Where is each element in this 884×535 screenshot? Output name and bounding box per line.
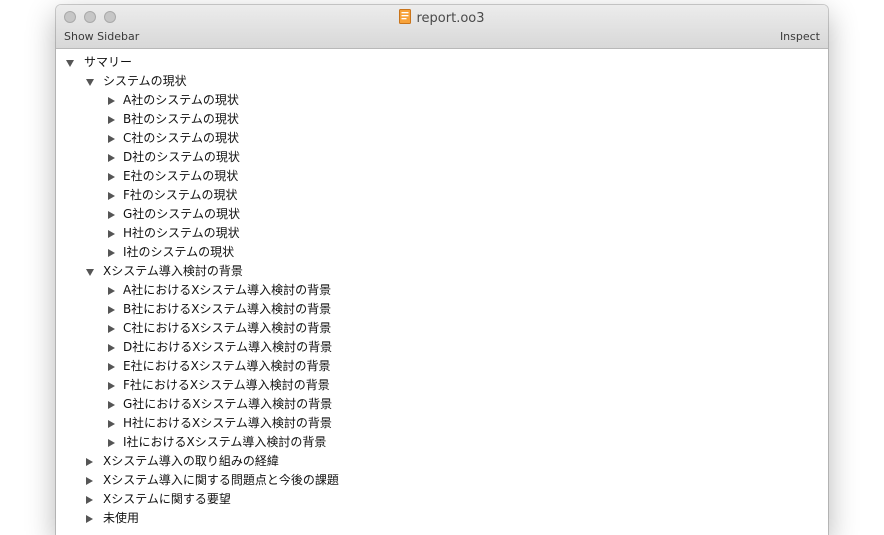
inspect-button[interactable]: Inspect bbox=[780, 30, 820, 43]
outline-row-label: C社におけるXシステム導入検討の背景 bbox=[123, 321, 332, 335]
show-sidebar-button[interactable]: Show Sidebar bbox=[64, 30, 139, 43]
disclosure-triangle-collapsed-icon[interactable] bbox=[108, 363, 115, 371]
outline-row-summary[interactable]: サマリー bbox=[56, 53, 828, 72]
outline-row[interactable]: E社におけるXシステム導入検討の背景 bbox=[56, 357, 828, 376]
disclosure-triangle-collapsed-icon[interactable] bbox=[108, 173, 115, 181]
outline-row-label: サマリー bbox=[84, 55, 133, 69]
outline-row-label: E社のシステムの現状 bbox=[123, 169, 239, 183]
disclosure-triangle-collapsed-icon[interactable] bbox=[108, 154, 115, 162]
disclosure-triangle-collapsed-icon[interactable] bbox=[86, 515, 93, 523]
disclosure-triangle-collapsed-icon[interactable] bbox=[108, 439, 115, 447]
outline-row[interactable]: G社におけるXシステム導入検討の背景 bbox=[56, 395, 828, 414]
disclosure-triangle-collapsed-icon[interactable] bbox=[86, 477, 93, 485]
outline-row[interactable]: H社のシステムの現状 bbox=[56, 224, 828, 243]
outline-row-label: F社におけるXシステム導入検討の背景 bbox=[123, 378, 330, 392]
disclosure-triangle-collapsed-icon[interactable] bbox=[108, 97, 115, 105]
outline-row[interactable]: B社のシステムの現状 bbox=[56, 110, 828, 129]
disclosure-triangle-collapsed-icon[interactable] bbox=[108, 325, 115, 333]
outline-row-label: D社におけるXシステム導入検討の背景 bbox=[123, 340, 333, 354]
outline-row[interactable]: I社のシステムの現状 bbox=[56, 243, 828, 262]
outline-row-label: Xシステム導入検討の背景 bbox=[103, 264, 243, 278]
outline-row[interactable]: A社のシステムの現状 bbox=[56, 91, 828, 110]
outline-row[interactable]: H社におけるXシステム導入検討の背景 bbox=[56, 414, 828, 433]
disclosure-triangle-expanded-icon[interactable] bbox=[86, 269, 94, 276]
outline-row[interactable]: D社のシステムの現状 bbox=[56, 148, 828, 167]
outline-row-label: H社におけるXシステム導入検討の背景 bbox=[123, 416, 332, 430]
outline-row[interactable]: C社のシステムの現状 bbox=[56, 129, 828, 148]
outline-row-label: C社のシステムの現状 bbox=[123, 131, 240, 145]
disclosure-triangle-expanded-icon[interactable] bbox=[86, 79, 94, 86]
disclosure-triangle-collapsed-icon[interactable] bbox=[108, 344, 115, 352]
disclosure-triangle-collapsed-icon[interactable] bbox=[108, 192, 115, 200]
outline-row-x-history[interactable]: Xシステム導入の取り組みの経緯 bbox=[56, 452, 828, 471]
outline-row-label: A社におけるXシステム導入検討の背景 bbox=[123, 283, 332, 297]
disclosure-triangle-collapsed-icon[interactable] bbox=[86, 458, 93, 466]
disclosure-triangle-collapsed-icon[interactable] bbox=[108, 211, 115, 219]
disclosure-triangle-expanded-icon[interactable] bbox=[66, 60, 74, 67]
document-icon bbox=[399, 9, 412, 24]
outline-row-label: B社におけるXシステム導入検討の背景 bbox=[123, 302, 332, 316]
outline-row-label: H社のシステムの現状 bbox=[123, 226, 240, 240]
outline-row-unused[interactable]: 未使用 bbox=[56, 509, 828, 528]
disclosure-triangle-collapsed-icon[interactable] bbox=[108, 420, 115, 428]
outline-row-label: I社のシステムの現状 bbox=[123, 245, 235, 259]
outline-row[interactable]: D社におけるXシステム導入検討の背景 bbox=[56, 338, 828, 357]
outline-row[interactable]: A社におけるXシステム導入検討の背景 bbox=[56, 281, 828, 300]
disclosure-triangle-collapsed-icon[interactable] bbox=[108, 287, 115, 295]
outline-row-label: D社のシステムの現状 bbox=[123, 150, 240, 164]
outline-row-label: 未使用 bbox=[103, 511, 140, 525]
disclosure-triangle-collapsed-icon[interactable] bbox=[108, 230, 115, 238]
disclosure-triangle-collapsed-icon[interactable] bbox=[108, 135, 115, 143]
outline-row-label: G社のシステムの現状 bbox=[123, 207, 240, 221]
outline-row[interactable]: F社のシステムの現状 bbox=[56, 186, 828, 205]
outline-row-system-status[interactable]: システムの現状 bbox=[56, 72, 828, 91]
outline-row-x-issues[interactable]: Xシステム導入に関する問題点と今後の課題 bbox=[56, 471, 828, 490]
disclosure-triangle-collapsed-icon[interactable] bbox=[108, 116, 115, 124]
outline-row-x-requests[interactable]: Xシステムに関する要望 bbox=[56, 490, 828, 509]
outline-row-label: Xシステム導入の取り組みの経緯 bbox=[103, 454, 279, 468]
outline-view: サマリー システムの現状 A社のシステムの現状 B社のシステムの現状 C社のシス… bbox=[56, 49, 828, 528]
outline-row-label: Xシステムに関する要望 bbox=[103, 492, 231, 506]
disclosure-triangle-collapsed-icon[interactable] bbox=[108, 249, 115, 257]
outline-row-label: A社のシステムの現状 bbox=[123, 93, 239, 107]
outline-row[interactable]: I社におけるXシステム導入検討の背景 bbox=[56, 433, 828, 452]
outline-row[interactable]: C社におけるXシステム導入検討の背景 bbox=[56, 319, 828, 338]
outline-row-label: I社におけるXシステム導入検討の背景 bbox=[123, 435, 327, 449]
outline-row[interactable]: B社におけるXシステム導入検討の背景 bbox=[56, 300, 828, 319]
window-title-text: report.oo3 bbox=[416, 11, 485, 26]
disclosure-triangle-collapsed-icon[interactable] bbox=[108, 382, 115, 390]
outline-row[interactable]: F社におけるXシステム導入検討の背景 bbox=[56, 376, 828, 395]
disclosure-triangle-collapsed-icon[interactable] bbox=[86, 496, 93, 504]
titlebar: report.oo3 Show Sidebar Inspect bbox=[56, 5, 828, 49]
outline-row[interactable]: E社のシステムの現状 bbox=[56, 167, 828, 186]
outliner-window: report.oo3 Show Sidebar Inspect サマリー システ… bbox=[56, 5, 828, 535]
window-title: report.oo3 bbox=[56, 9, 828, 27]
outline-row-label: B社のシステムの現状 bbox=[123, 112, 239, 126]
outline-row-label: E社におけるXシステム導入検討の背景 bbox=[123, 359, 331, 373]
outline-row-label: G社におけるXシステム導入検討の背景 bbox=[123, 397, 333, 411]
disclosure-triangle-collapsed-icon[interactable] bbox=[108, 401, 115, 409]
outline-row-label: システムの現状 bbox=[103, 74, 187, 88]
outline-row-label: Xシステム導入に関する問題点と今後の課題 bbox=[103, 473, 339, 487]
outline-row-label: F社のシステムの現状 bbox=[123, 188, 238, 202]
disclosure-triangle-collapsed-icon[interactable] bbox=[108, 306, 115, 314]
outline-row[interactable]: G社のシステムの現状 bbox=[56, 205, 828, 224]
outline-row-x-background[interactable]: Xシステム導入検討の背景 bbox=[56, 262, 828, 281]
